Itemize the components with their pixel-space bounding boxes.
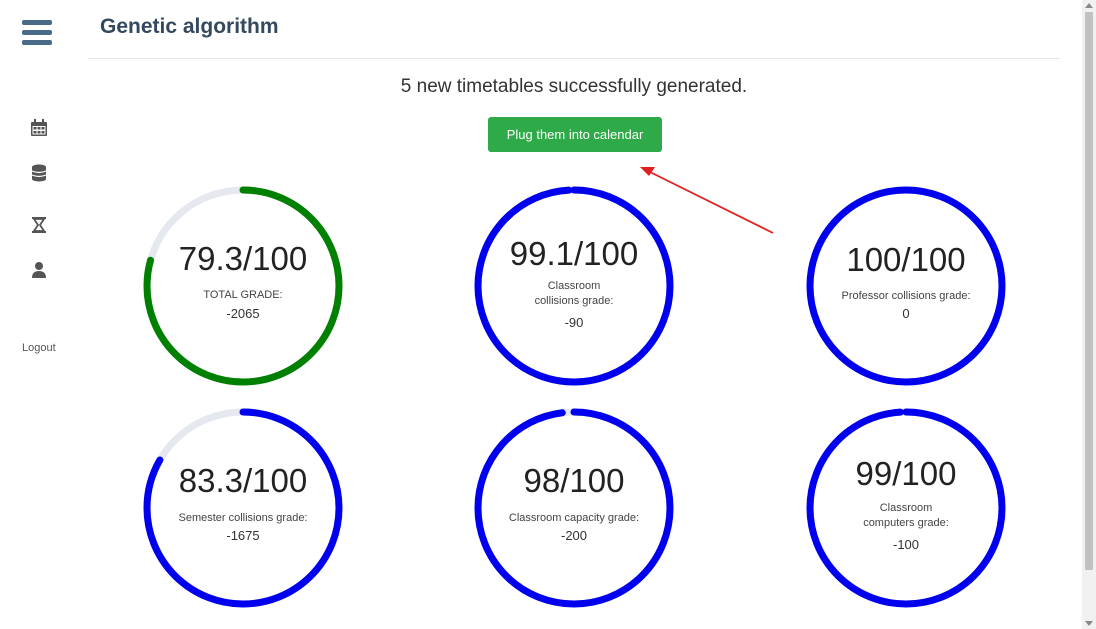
gauge-label: Professor collisions grade: bbox=[841, 290, 971, 302]
plug-into-calendar-button[interactable]: Plug them into calendar bbox=[488, 117, 662, 152]
scroll-up-arrow-icon[interactable] bbox=[1085, 3, 1093, 8]
gauge-score: 99.1/100 bbox=[509, 235, 639, 272]
scroll-down-arrow-icon[interactable] bbox=[1085, 621, 1093, 626]
page-title: Genetic algorithm bbox=[100, 15, 279, 38]
gauge-ring bbox=[143, 186, 343, 386]
menu-icon[interactable] bbox=[22, 20, 52, 46]
gauge-label: Semester collisions grade: bbox=[178, 512, 308, 524]
success-message: 5 new timetables successfully generated. bbox=[400, 76, 748, 97]
gauge-score: 83.3/100 bbox=[178, 462, 308, 499]
semester-collisions-gauge: 83.3/100 Semester collisions grade: -167… bbox=[143, 408, 343, 608]
gauge-score: 79.3/100 bbox=[178, 240, 308, 277]
sidebar: Logout bbox=[0, 0, 88, 629]
gauge-ring bbox=[806, 186, 1006, 386]
gauge-score: 98/100 bbox=[523, 462, 625, 499]
gauge-ring bbox=[143, 408, 343, 608]
gauge-value: -90 bbox=[564, 315, 584, 330]
classroom-capacity-gauge: 98/100 Classroom capacity grade: -200 bbox=[474, 408, 674, 608]
gauge-value: -200 bbox=[560, 528, 588, 543]
gauge-value: -2065 bbox=[226, 306, 260, 321]
gauge-label: Classroom collisions grade: bbox=[534, 280, 614, 307]
gauge-label: Classroom capacity grade: bbox=[508, 512, 640, 524]
gauge-label: Classroom computers grade: bbox=[863, 502, 949, 529]
calendar-icon[interactable] bbox=[29, 118, 49, 138]
gauge-ring bbox=[474, 408, 674, 608]
gauge-label: TOTAL GRADE: bbox=[203, 289, 283, 301]
gauge-score: 100/100 bbox=[846, 241, 966, 278]
logout-link[interactable]: Logout bbox=[22, 342, 56, 354]
professor-collisions-gauge: 100/100 Professor collisions grade: 0 bbox=[806, 186, 1006, 386]
gauge-value: -100 bbox=[892, 537, 920, 552]
scroll-thumb[interactable] bbox=[1085, 12, 1093, 570]
classroom-computers-gauge: 99/100 Classroom computers grade: -100 bbox=[806, 408, 1006, 608]
header: Genetic algorithm bbox=[88, 0, 1060, 59]
gauge-score: 99/100 bbox=[855, 455, 957, 492]
classroom-collisions-gauge: 99.1/100 Classroom collisions grade: -90 bbox=[474, 186, 674, 386]
user-icon[interactable] bbox=[29, 260, 49, 280]
hourglass-icon[interactable] bbox=[29, 215, 49, 235]
total-grade-gauge: 79.3/100 TOTAL GRADE: -2065 bbox=[143, 186, 343, 386]
gauge-value: 0 bbox=[902, 306, 910, 321]
database-icon[interactable] bbox=[29, 163, 49, 183]
vertical-scrollbar[interactable] bbox=[1082, 0, 1096, 629]
gauge-value: -1675 bbox=[226, 528, 260, 543]
